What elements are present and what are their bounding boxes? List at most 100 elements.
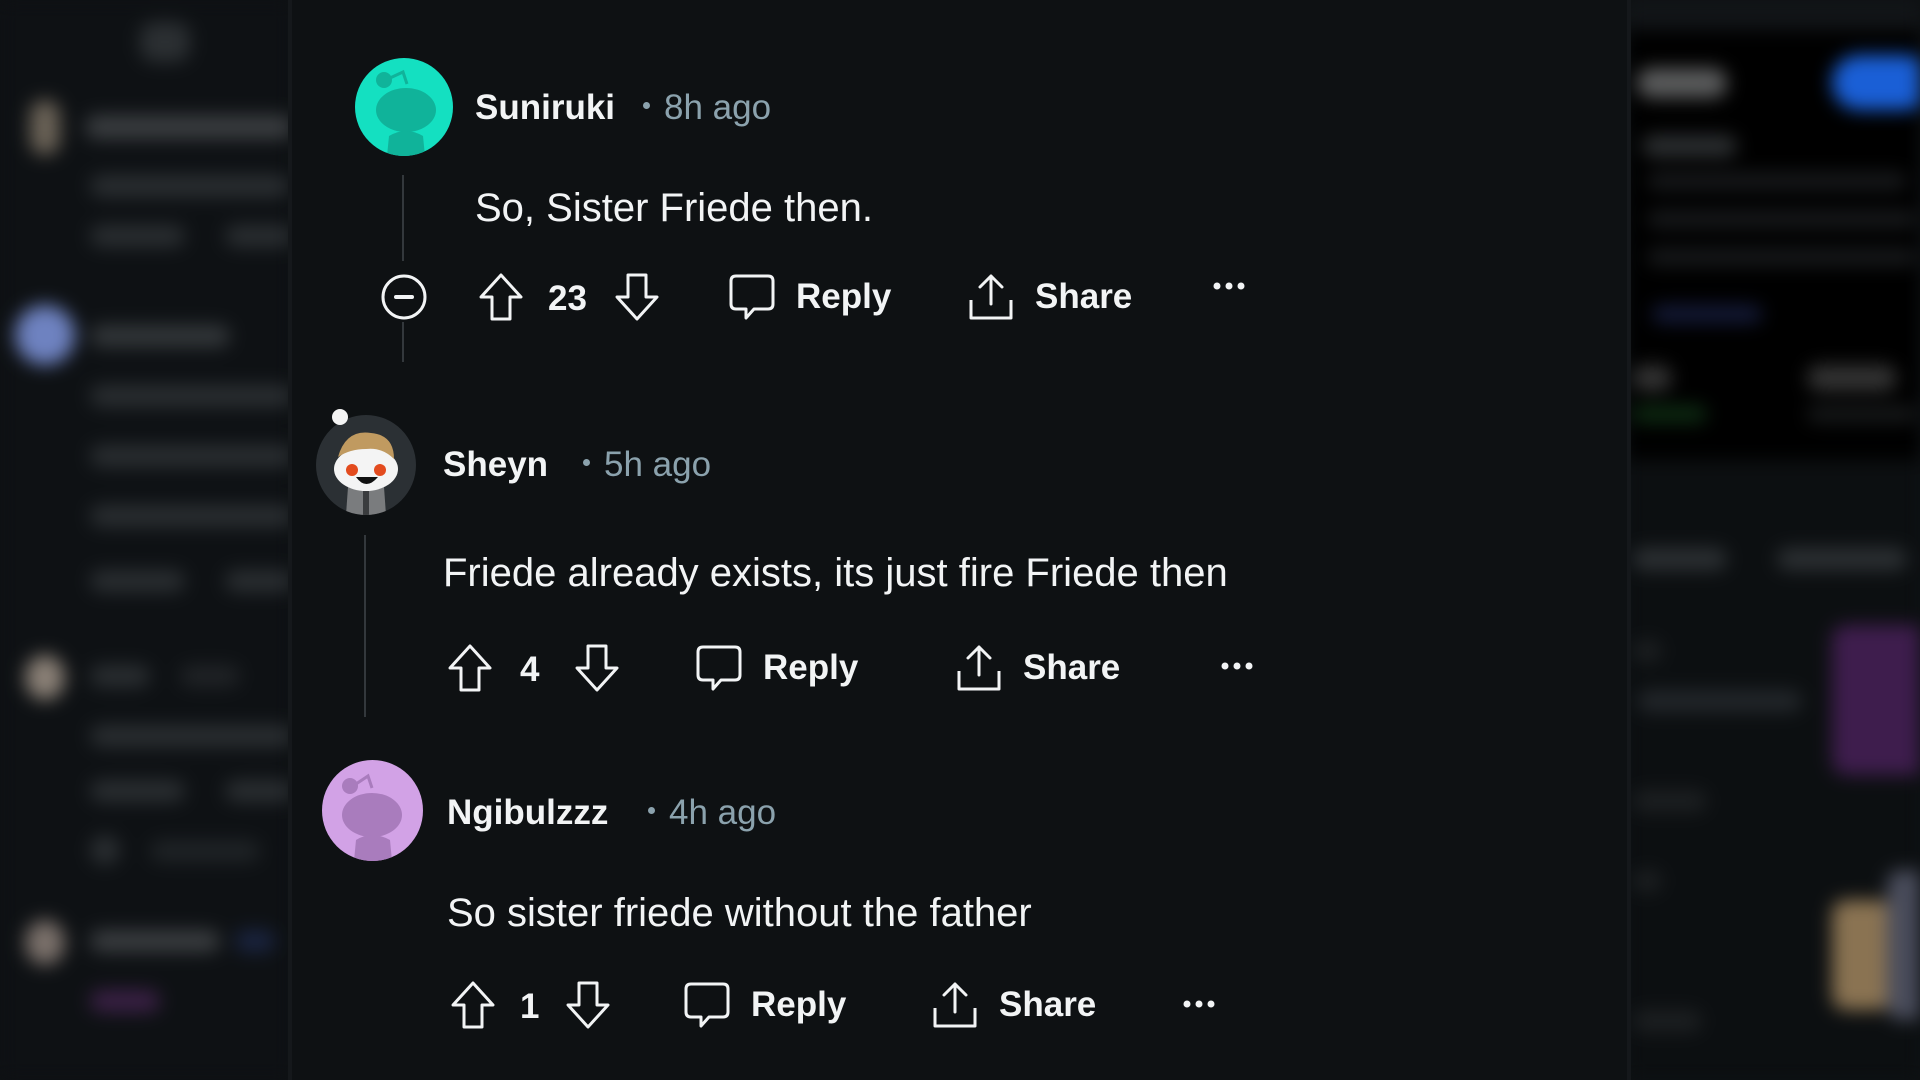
blurred-avatar xyxy=(30,100,60,155)
avatar-badge xyxy=(332,409,348,425)
vote-count: 4 xyxy=(520,650,540,689)
more-options-button[interactable] xyxy=(1220,660,1254,672)
comment-bubble-icon xyxy=(696,645,742,691)
snoo-avatar-icon xyxy=(342,773,402,861)
avatar[interactable] xyxy=(322,760,423,861)
downvote-arrow-icon xyxy=(575,644,619,692)
share-button[interactable]: Share xyxy=(967,272,1132,322)
share-upload-icon xyxy=(969,274,1013,320)
blurred-text xyxy=(1632,548,1727,570)
upvote-arrow-icon xyxy=(451,981,495,1029)
blurred-thumbnail xyxy=(1832,625,1920,775)
blurred-text xyxy=(90,445,292,467)
more-options-button[interactable] xyxy=(1182,998,1216,1010)
blurred-text xyxy=(225,780,292,802)
username[interactable]: Sheyn xyxy=(443,447,548,482)
reply-label: Reply xyxy=(763,648,859,687)
timestamp: 8h ago xyxy=(643,90,771,125)
more-dots-icon xyxy=(1221,662,1253,670)
more-dots-icon xyxy=(1213,282,1245,290)
avatar[interactable] xyxy=(355,58,453,156)
blurred-text xyxy=(1632,870,1662,892)
vote-count: 23 xyxy=(548,279,587,318)
threadline[interactable] xyxy=(402,175,404,261)
share-button[interactable]: Share xyxy=(955,643,1120,693)
reply-label: Reply xyxy=(751,985,847,1024)
blurred-avatar xyxy=(25,655,65,700)
upvote-button[interactable] xyxy=(450,980,496,1035)
comment-body: So sister friede without the father xyxy=(447,891,1032,935)
username[interactable]: Suniruki xyxy=(475,90,615,125)
threadline[interactable] xyxy=(402,322,404,362)
blurred-text xyxy=(1647,248,1917,266)
more-dots-icon xyxy=(1183,1000,1215,1008)
separator-dot xyxy=(648,807,655,815)
upvote-button[interactable] xyxy=(447,643,493,698)
blurred-text xyxy=(1647,172,1907,190)
blurred-title xyxy=(1637,68,1727,98)
share-upload-icon xyxy=(933,982,977,1028)
blurred-text xyxy=(85,115,292,139)
share-label: Share xyxy=(999,985,1097,1024)
blurred-text xyxy=(180,665,240,687)
share-label: Share xyxy=(1035,277,1133,316)
upvote-arrow-icon xyxy=(479,273,523,321)
timestamp: 4h ago xyxy=(648,795,776,830)
reply-button[interactable]: Reply xyxy=(683,980,846,1030)
blurred-icon xyxy=(90,835,120,865)
avatar[interactable] xyxy=(316,415,416,515)
separator-dot xyxy=(643,102,650,110)
blurred-text xyxy=(1642,135,1737,157)
username[interactable]: Ngibulzzz xyxy=(447,795,608,830)
blurred-text xyxy=(90,930,220,952)
blurred-text xyxy=(1777,548,1907,570)
reply-button[interactable]: Reply xyxy=(728,272,891,322)
blurred-text xyxy=(225,570,292,592)
comment-body: Friede already exists, its just fire Fri… xyxy=(443,551,1228,595)
blurred-text xyxy=(1632,1010,1702,1032)
threadline[interactable] xyxy=(364,535,366,717)
comment-bubble-icon xyxy=(684,982,730,1028)
blurred-text xyxy=(90,325,230,347)
blurred-icon xyxy=(140,22,190,62)
downvote-arrow-icon xyxy=(615,273,659,321)
downvote-arrow-icon xyxy=(566,981,610,1029)
share-label: Share xyxy=(1023,648,1121,687)
vote-count: 1 xyxy=(520,987,540,1026)
timestamp: 5h ago xyxy=(583,447,711,482)
more-options-button[interactable] xyxy=(1212,280,1246,292)
blurred-join-button[interactable] xyxy=(1832,55,1920,110)
upvote-button[interactable] xyxy=(478,272,524,327)
timestamp-text: 5h ago xyxy=(604,445,712,484)
blurred-text xyxy=(90,175,290,197)
snoo-avatar-icon xyxy=(376,69,436,156)
blurred-text xyxy=(1632,640,1662,662)
blurred-thumbnail xyxy=(1832,900,1892,1010)
blurred-avatar xyxy=(15,305,75,365)
comment-bubble-icon xyxy=(729,274,775,320)
collapse-minus-icon xyxy=(381,274,427,320)
blurred-stat xyxy=(1807,405,1917,423)
blurred-text xyxy=(150,840,260,862)
blurred-text xyxy=(225,225,292,247)
blurred-text xyxy=(90,665,150,687)
right-sidebar-blurred xyxy=(1627,0,1920,1080)
blurred-text xyxy=(90,570,185,592)
blurred-thumbnail xyxy=(1887,870,1920,1020)
timestamp-text: 4h ago xyxy=(669,793,777,832)
blurred-text xyxy=(1637,690,1802,712)
blurred-link xyxy=(1652,305,1762,323)
collapse-button[interactable] xyxy=(380,273,428,326)
reply-label: Reply xyxy=(796,277,892,316)
downvote-button[interactable] xyxy=(614,272,660,327)
blurred-stat xyxy=(1632,405,1707,423)
share-button[interactable]: Share xyxy=(931,980,1096,1030)
blurred-stat xyxy=(1807,365,1897,391)
blurred-text xyxy=(90,505,292,527)
comment-body: So, Sister Friede then. xyxy=(475,186,873,230)
downvote-button[interactable] xyxy=(574,643,620,698)
downvote-button[interactable] xyxy=(565,980,611,1035)
reply-button[interactable]: Reply xyxy=(695,643,858,693)
timestamp-text: 8h ago xyxy=(664,88,772,127)
blurred-text xyxy=(1632,790,1707,812)
